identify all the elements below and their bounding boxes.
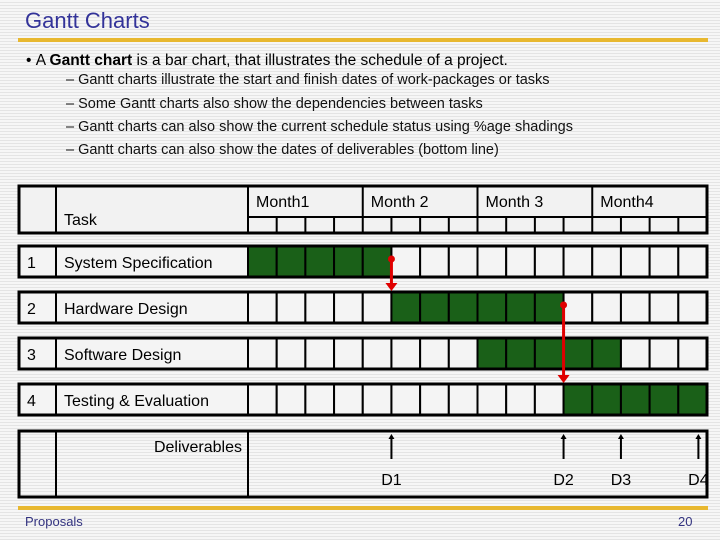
empty-week-cell [677,291,708,324]
empty-week-cell [304,337,336,370]
task-bar-cell [533,291,565,324]
empty-week-cell [476,245,508,278]
empty-week-cell [447,383,479,416]
task-column-header: Task [64,212,98,229]
empty-week-cell [619,291,651,324]
task-bar-cell [361,245,393,278]
empty-week-cell [247,383,278,416]
task-bar-cell [275,245,307,278]
page-number: 20 [678,514,693,529]
month-label: Month1 [256,194,309,211]
empty-week-cell [505,383,536,416]
empty-week-cell [419,337,450,370]
empty-week-cell [648,337,680,370]
month-label: Month4 [600,194,653,211]
footer-rule [18,506,708,510]
footer-label: Proposals [25,514,83,529]
task-bar-cell [333,245,364,278]
empty-week-cell [562,291,594,324]
deliverable-arrow-head [617,434,624,439]
task-bar-cell [648,383,680,416]
empty-week-cell [419,245,450,278]
task-number: 2 [27,301,36,318]
task-bar-cell [591,383,622,416]
task-number: 4 [27,393,36,410]
task-bar-cell [562,337,594,370]
empty-week-cell [333,337,364,370]
empty-week-cell [677,337,708,370]
task-name: System Specification [64,255,213,272]
task-bar-cell [505,337,536,370]
task-name: Hardware Design [64,301,188,318]
task-bar-cell [562,383,594,416]
month-label: Month 2 [371,194,429,211]
empty-week-cell [533,383,565,416]
empty-week-cell [361,383,393,416]
deliverable-arrow-head [388,434,395,439]
task-bar-cell [247,245,278,278]
task-bar-cell [677,383,708,416]
dependency-arrow-origin [387,255,395,263]
empty-week-cell [361,337,393,370]
empty-week-cell [533,245,565,278]
dependency-arrow-origin [560,301,568,309]
empty-week-cell [304,383,336,416]
empty-week-cell [447,337,479,370]
deliverable-label: D4 [688,472,709,489]
task-name: Testing & Evaluation [64,393,209,410]
empty-week-cell [275,337,307,370]
deliverable-label: D2 [553,472,574,489]
empty-week-cell [619,245,651,278]
empty-week-cell [677,245,708,278]
task-bar-cell [591,337,622,370]
empty-week-cell [275,291,307,324]
gantt-chart: 1 System Specification 2 Hardware Design 3 So… [17,184,709,499]
month-label: Month 3 [486,194,544,211]
empty-week-cell [648,291,680,324]
empty-week-cell [333,291,364,324]
empty-week-cell [648,245,680,278]
deliverables-row-border [17,429,709,499]
empty-week-cell [591,245,622,278]
empty-week-cell [390,337,422,370]
task-number: 1 [27,255,36,272]
dependency-arrow-head [385,283,398,291]
empty-week-cell [304,291,336,324]
empty-week-cell [275,383,307,416]
empty-week-cell [333,383,364,416]
task-bar-cell [390,291,422,324]
deliverable-label: D1 [381,472,402,489]
task-bar-cell [476,291,508,324]
empty-week-cell [361,291,393,324]
deliverables-label: Deliverables [154,439,242,456]
empty-week-cell [390,245,422,278]
task-bar-cell [533,337,565,370]
dependency-arrow-head [557,375,570,383]
empty-week-cell [419,383,450,416]
empty-week-cell [619,337,651,370]
task-bar-cell [447,291,479,324]
task-bar-cell [419,291,450,324]
deliverable-arrow-head [695,434,702,439]
deliverable-label: D3 [611,472,632,489]
empty-week-cell [476,383,508,416]
task-bar-cell [476,337,508,370]
deliverable-arrow-head [560,434,567,439]
task-name: Software Design [64,347,181,364]
task-number: 3 [27,347,36,364]
empty-week-cell [505,245,536,278]
task-bar-cell [304,245,336,278]
empty-week-cell [591,291,622,324]
task-bar-cell [505,291,536,324]
empty-week-cell [247,337,278,370]
empty-week-cell [447,245,479,278]
empty-week-cell [562,245,594,278]
empty-week-cell [247,291,278,324]
task-bar-cell [619,383,651,416]
empty-week-cell [390,383,422,416]
